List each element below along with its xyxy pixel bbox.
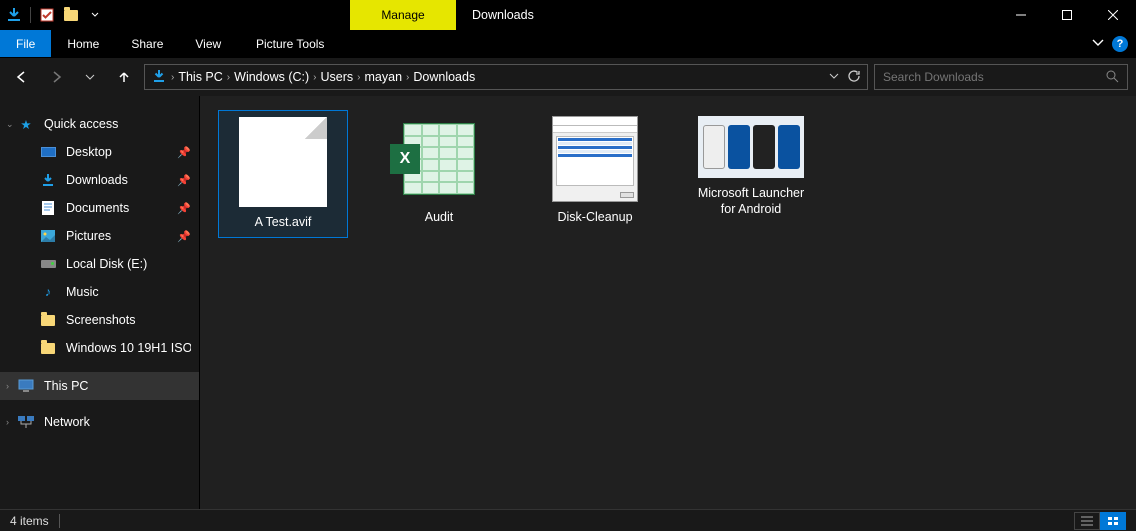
item-count: 4 items — [10, 514, 49, 528]
sidebar-item-label: Pictures — [66, 229, 111, 243]
generic-file-icon — [239, 117, 327, 207]
downloads-icon — [40, 172, 56, 188]
home-tab[interactable]: Home — [51, 30, 115, 57]
chevron-right-icon[interactable]: › — [406, 72, 409, 83]
sidebar-item-desktop[interactable]: Desktop 📌 — [0, 138, 199, 166]
chevron-right-icon[interactable]: › — [313, 72, 316, 83]
sidebar-item-pictures[interactable]: Pictures 📌 — [0, 222, 199, 250]
recent-locations-button[interactable] — [76, 63, 104, 91]
sidebar-item-label: Downloads — [66, 173, 128, 187]
network-icon — [18, 414, 34, 430]
downloads-path-icon — [151, 68, 167, 87]
sidebar-item-network[interactable]: › Network — [0, 408, 199, 436]
sidebar-item-label: Screenshots — [66, 313, 135, 327]
chevron-right-icon[interactable]: › — [6, 417, 9, 427]
sidebar-item-music[interactable]: ♪ Music — [0, 278, 199, 306]
search-icon[interactable] — [1105, 69, 1119, 86]
forward-button[interactable] — [42, 63, 70, 91]
sidebar-item-label: Local Disk (E:) — [66, 257, 147, 271]
address-bar[interactable]: › This PC › Windows (C:) › Users › mayan… — [144, 64, 868, 90]
refresh-icon[interactable] — [847, 69, 861, 86]
status-bar: 4 items — [0, 509, 1136, 531]
breadcrumb[interactable]: Windows (C:) — [234, 70, 309, 84]
details-view-button[interactable] — [1074, 512, 1100, 530]
file-item-audit[interactable]: X Audit — [374, 110, 504, 238]
new-folder-qat-icon[interactable] — [61, 5, 81, 25]
ribbon-expand-icon[interactable] — [1092, 36, 1104, 51]
navigation-bar: › This PC › Windows (C:) › Users › mayan… — [0, 58, 1136, 96]
star-icon: ★ — [18, 116, 34, 132]
search-input[interactable] — [883, 70, 1105, 84]
pin-icon: 📌 — [177, 202, 191, 215]
view-tab[interactable]: View — [179, 30, 237, 57]
file-item-disk-cleanup[interactable]: Disk-Cleanup — [530, 110, 660, 238]
breadcrumb[interactable]: Users — [321, 70, 354, 84]
chevron-down-icon[interactable]: ⌄ — [6, 119, 14, 130]
pin-icon: 📌 — [177, 174, 191, 187]
quick-access-toolbar — [0, 0, 109, 30]
sidebar-item-documents[interactable]: Documents 📌 — [0, 194, 199, 222]
file-list[interactable]: A Test.avif X Audit Disk-Cleanup Microso… — [200, 96, 1136, 509]
documents-icon — [40, 200, 56, 216]
sidebar-item-this-pc[interactable]: › This PC — [0, 372, 199, 400]
title-bar: Manage Downloads — [0, 0, 1136, 30]
ribbon-context-manage[interactable]: Manage — [350, 0, 456, 30]
minimize-button[interactable] — [998, 0, 1044, 30]
properties-qat-icon[interactable] — [37, 5, 57, 25]
picture-tools-tab[interactable]: Picture Tools — [237, 30, 343, 57]
this-pc-icon — [18, 378, 34, 394]
sidebar-item-windows-iso[interactable]: Windows 10 19H1 ISO — [0, 334, 199, 362]
desktop-icon — [40, 144, 56, 160]
close-button[interactable] — [1090, 0, 1136, 30]
folder-icon — [40, 340, 56, 356]
qat-dropdown[interactable] — [85, 5, 105, 25]
sidebar-item-label: Network — [44, 415, 90, 429]
file-item-ms-launcher[interactable]: Microsoft Launcher for Android — [686, 110, 816, 238]
sidebar-item-screenshots[interactable]: Screenshots — [0, 306, 199, 334]
downloads-app-icon — [4, 5, 24, 25]
folder-icon — [40, 312, 56, 328]
image-thumbnail — [552, 116, 638, 202]
excel-file-icon: X — [396, 116, 482, 202]
file-label: Disk-Cleanup — [557, 210, 632, 226]
drive-icon — [40, 256, 56, 272]
sidebar-item-downloads[interactable]: Downloads 📌 — [0, 166, 199, 194]
file-tab[interactable]: File — [0, 30, 51, 57]
sidebar-item-label: Desktop — [66, 145, 112, 159]
sidebar-item-quick-access[interactable]: ⌄ ★ Quick access — [0, 110, 199, 138]
file-label: Audit — [425, 210, 454, 226]
search-box[interactable] — [874, 64, 1128, 90]
navigation-pane: ⌄ ★ Quick access Desktop 📌 Downloads 📌 D… — [0, 96, 200, 509]
sidebar-item-label: Documents — [66, 201, 129, 215]
sidebar-item-label: Quick access — [44, 117, 118, 131]
breadcrumb[interactable]: mayan — [365, 70, 403, 84]
chevron-right-icon[interactable]: › — [357, 72, 360, 83]
sidebar-item-label: This PC — [44, 379, 88, 393]
chevron-right-icon[interactable]: › — [171, 72, 174, 83]
up-button[interactable] — [110, 63, 138, 91]
ribbon: File Home Share View Picture Tools ? — [0, 30, 1136, 58]
addr-dropdown-icon[interactable] — [829, 70, 839, 84]
music-icon: ♪ — [40, 284, 56, 300]
file-label: A Test.avif — [255, 215, 312, 231]
file-label: Microsoft Launcher for Android — [692, 186, 810, 217]
pictures-icon — [40, 228, 56, 244]
share-tab[interactable]: Share — [115, 30, 179, 57]
pin-icon: 📌 — [177, 146, 191, 159]
pin-icon: 📌 — [177, 230, 191, 243]
chevron-right-icon[interactable]: › — [227, 72, 230, 83]
sidebar-item-label: Music — [66, 285, 99, 299]
back-button[interactable] — [8, 63, 36, 91]
large-icons-view-button[interactable] — [1100, 512, 1126, 530]
window-title: Downloads — [456, 0, 550, 30]
maximize-button[interactable] — [1044, 0, 1090, 30]
sidebar-item-label: Windows 10 19H1 ISO — [66, 341, 191, 355]
sidebar-item-local-disk-e[interactable]: Local Disk (E:) — [0, 250, 199, 278]
chevron-right-icon[interactable]: › — [6, 381, 9, 391]
breadcrumb[interactable]: Downloads — [413, 70, 475, 84]
help-icon[interactable]: ? — [1112, 36, 1128, 52]
breadcrumb[interactable]: This PC — [178, 70, 222, 84]
file-item-a-test-avif[interactable]: A Test.avif — [218, 110, 348, 238]
image-thumbnail — [698, 116, 804, 178]
